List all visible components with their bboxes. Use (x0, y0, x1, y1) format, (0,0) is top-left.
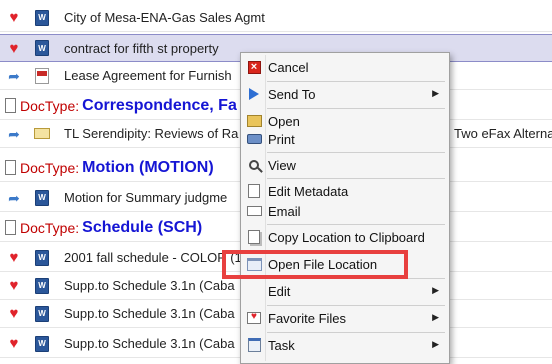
context-menu: × Cancel Send To ▶ Open Print View Edit … (240, 52, 450, 364)
list-item-title: Motion for Summary judgme (64, 190, 228, 205)
menu-item-label: Edit Metadata (268, 183, 349, 199)
email-icon (246, 206, 262, 216)
menu-item-send-to[interactable]: Send To ▶ (243, 82, 447, 106)
doctype-label: DocType: (20, 97, 80, 114)
menu-item-label: Open File Location (268, 256, 378, 272)
word-doc-icon: W (28, 4, 56, 31)
menu-item-copy-location[interactable]: Copy Location to Clipboard (243, 225, 447, 249)
list-item-title-tail: Two eFax Alterna (454, 126, 552, 141)
send-arrow-icon (249, 88, 259, 100)
heart-icon[interactable]: ♥ (0, 35, 28, 61)
menu-item-view[interactable]: View (243, 153, 447, 177)
menu-item-label: Favorite Files (268, 310, 347, 326)
list-item[interactable]: ♥ W City of Mesa-ENA-Gas Sales Agmt (0, 4, 552, 32)
list-item-title: Supp.to Schedule 3.1n (Caba (64, 336, 235, 351)
submenu-arrow-icon: ▶ (432, 285, 439, 295)
list-item-title: Lease Agreement for Furnish (64, 68, 232, 83)
doctype-value: Correspondence, Fa (82, 96, 237, 114)
heart-icon[interactable]: ♥ (0, 244, 28, 271)
menu-item-label: Cancel (268, 59, 309, 75)
menu-item-label: View (268, 157, 296, 173)
word-doc-icon: W (28, 272, 56, 299)
envelope-icon (28, 120, 56, 147)
doctype-value: Motion (MOTION) (82, 158, 214, 176)
menu-item-label: Email (268, 203, 301, 219)
menu-item-label: Edit (268, 283, 291, 299)
doctype-label: DocType: (20, 219, 80, 236)
file-location-icon (246, 257, 262, 271)
submenu-arrow-icon: ▶ (432, 88, 439, 98)
page-icon (0, 220, 20, 235)
list-item-title: TL Serendipity: Reviews of Ra (64, 126, 239, 141)
word-doc-icon: W (28, 244, 56, 271)
doctype-value: Schedule (SCH) (82, 218, 203, 236)
open-folder-icon (246, 115, 262, 127)
page-icon (0, 160, 20, 175)
menu-item-print[interactable]: Print (243, 127, 447, 151)
menu-item-favorite-files[interactable]: Favorite Files ▶ (243, 306, 447, 330)
menu-item-cancel[interactable]: × Cancel (243, 55, 447, 79)
menu-item-open-file-location[interactable]: Open File Location (243, 252, 447, 276)
list-item-title: contract for fifth st property (64, 40, 219, 56)
favorite-files-icon (247, 311, 261, 324)
cancel-icon: × (247, 60, 261, 74)
menu-item-label: Print (268, 131, 295, 147)
pdf-icon (28, 62, 56, 89)
word-doc-icon: W (28, 300, 56, 327)
doctype-label: DocType: (20, 159, 80, 176)
list-item-title: 2001 fall schedule - COLOR (1 (64, 250, 242, 265)
menu-item-task[interactable]: Task ▶ (243, 333, 447, 357)
calendar-task-icon (247, 338, 261, 352)
submenu-arrow-icon: ▶ (432, 339, 439, 349)
copy-icon (248, 230, 260, 244)
list-item-title: Supp.to Schedule 3.1n (Caba (64, 278, 235, 293)
heart-icon[interactable]: ♥ (0, 330, 28, 357)
edit-document-icon (248, 184, 260, 198)
word-doc-icon: W (28, 330, 56, 357)
word-doc-icon: W (28, 184, 56, 211)
word-doc-icon: W (28, 35, 56, 61)
heart-icon[interactable]: ♥ (0, 4, 28, 31)
forward-arrow-icon: ➦ (8, 189, 20, 206)
menu-item-label: Send To (268, 86, 316, 102)
magnifier-icon (249, 160, 259, 170)
heart-icon[interactable]: ♥ (0, 300, 28, 327)
menu-item-label: Copy Location to Clipboard (268, 229, 425, 245)
submenu-arrow-icon: ▶ (432, 312, 439, 322)
list-item-title: Supp.to Schedule 3.1n (Caba (64, 306, 235, 321)
forward-arrow-icon: ➦ (8, 67, 20, 84)
menu-item-edit[interactable]: Edit ▶ (243, 279, 447, 303)
heart-icon[interactable]: ♥ (0, 272, 28, 299)
menu-item-label: Task (268, 337, 295, 353)
page-icon (0, 98, 20, 113)
menu-item-email[interactable]: Email (243, 199, 447, 223)
printer-icon (246, 134, 262, 144)
forward-arrow-icon: ➦ (8, 125, 20, 142)
list-item-title: City of Mesa-ENA-Gas Sales Agmt (64, 10, 265, 25)
